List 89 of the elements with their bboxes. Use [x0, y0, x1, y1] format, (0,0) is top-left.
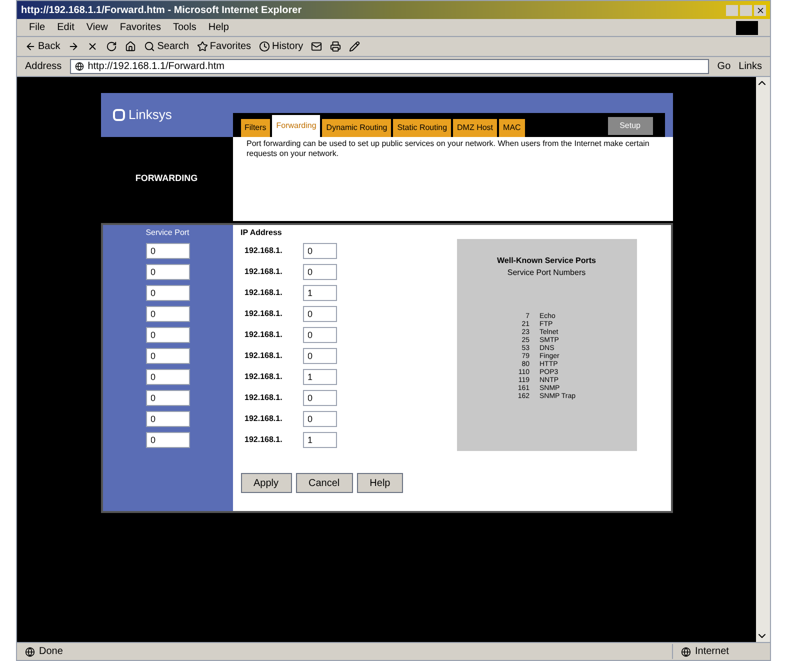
- ip-field[interactable]: 0: [302, 411, 336, 427]
- toolbar-button[interactable]: Favorites: [196, 39, 252, 54]
- ip-field[interactable]: 0: [302, 348, 336, 364]
- toolbar-button[interactable]: [125, 41, 136, 52]
- tab[interactable]: Dynamic Routing: [322, 119, 392, 137]
- ports-subtitle: Service Port Numbers: [507, 267, 586, 279]
- ip-prefix: 192.168.1.: [244, 392, 284, 404]
- port-field[interactable]: 0: [146, 348, 190, 364]
- page-icon: [25, 646, 35, 656]
- menu-item[interactable]: Help: [208, 20, 229, 35]
- ports-title: Well-Known Service Ports: [497, 255, 596, 267]
- toolbar-button[interactable]: [87, 41, 98, 52]
- tab[interactable]: DMZ Host: [453, 119, 498, 137]
- ip-field[interactable]: 1: [302, 285, 336, 301]
- ip-prefix: 192.168.1.: [244, 266, 284, 278]
- star-icon: [196, 41, 208, 52]
- ip-prefix: 192.168.1.: [244, 287, 284, 299]
- mail-icon: [311, 41, 322, 52]
- tab[interactable]: Forwarding: [272, 115, 320, 137]
- description: Port forwarding can be used to set up public services on your network. When users from the Internet make certain requests on your network.: [246, 139, 650, 159]
- tab[interactable]: MAC: [499, 119, 525, 137]
- port-field[interactable]: 0: [146, 327, 190, 343]
- menu-item[interactable]: File: [29, 20, 46, 35]
- refresh-icon: [106, 41, 118, 52]
- printer-icon: [330, 41, 342, 52]
- setup-button[interactable]: Setup: [608, 117, 652, 135]
- address-label: Address: [25, 60, 62, 74]
- clock-icon: [259, 41, 270, 52]
- ip-field[interactable]: 1: [302, 432, 336, 448]
- toolbar-button[interactable]: [349, 41, 360, 52]
- search-icon: [144, 41, 156, 52]
- stop-icon: [87, 41, 98, 52]
- close-button[interactable]: [754, 4, 766, 16]
- ip-prefix: 192.168.1.: [244, 308, 284, 320]
- logo-icon: [112, 109, 124, 121]
- toolbar-button[interactable]: [330, 41, 342, 52]
- menu-item[interactable]: View: [86, 20, 108, 35]
- scrollbar[interactable]: [756, 77, 770, 642]
- toolbar-button[interactable]: [106, 41, 118, 52]
- page-icon: [74, 62, 84, 71]
- go-button[interactable]: Go: [717, 59, 731, 74]
- menu-item[interactable]: Tools: [172, 20, 196, 35]
- section-title: FORWARDING: [135, 172, 198, 186]
- ip-prefix: 192.168.1.: [244, 245, 284, 257]
- column-header: Service Port: [146, 227, 190, 239]
- port-field[interactable]: 0: [146, 264, 190, 280]
- status-text: Done: [39, 645, 63, 659]
- ip-prefix: 192.168.1.: [244, 434, 284, 446]
- toolbar-button[interactable]: [68, 41, 80, 52]
- menu-item[interactable]: Edit: [57, 20, 74, 35]
- window-title: http://192.168.1.1/Forward.htm - Microsoft Internet Explorer: [21, 4, 302, 18]
- port-field[interactable]: 0: [146, 306, 190, 322]
- form-button[interactable]: Cancel: [296, 473, 353, 493]
- port-field[interactable]: 0: [146, 369, 190, 385]
- port-field[interactable]: 0: [146, 390, 190, 406]
- ip-field[interactable]: 0: [302, 327, 336, 343]
- close-icon: [756, 6, 764, 14]
- toolbar-button[interactable]: [311, 41, 322, 52]
- ip-field[interactable]: 0: [302, 390, 336, 406]
- port-field[interactable]: 0: [146, 432, 190, 448]
- globe-icon: [681, 646, 691, 656]
- port-field[interactable]: 0: [146, 285, 190, 301]
- toolbar-button[interactable]: Back: [25, 39, 60, 54]
- ip-prefix: 192.168.1.: [244, 329, 284, 341]
- ip-prefix: 192.168.1.: [244, 350, 284, 362]
- ip-field[interactable]: 0: [302, 264, 336, 280]
- ip-field[interactable]: 0: [302, 306, 336, 322]
- pencil-icon: [349, 41, 360, 52]
- port-field[interactable]: 0: [146, 411, 190, 427]
- zone-text: Internet: [695, 645, 729, 659]
- logo: Linksys: [128, 106, 172, 124]
- form-button[interactable]: Apply: [240, 473, 292, 493]
- links-button[interactable]: Links: [738, 59, 762, 74]
- ip-field[interactable]: 0: [302, 243, 336, 259]
- port-field[interactable]: 0: [146, 243, 190, 259]
- menu-item[interactable]: Favorites: [120, 20, 161, 35]
- column-header: IP Address: [240, 227, 283, 239]
- tab[interactable]: Filters: [240, 119, 270, 137]
- toolbar-button[interactable]: Search: [144, 39, 189, 54]
- address-field[interactable]: http://192.168.1.1/Forward.htm: [70, 59, 710, 74]
- ip-prefix: 192.168.1.: [244, 413, 284, 425]
- home-icon: [125, 41, 136, 52]
- forward-arrow-icon: [68, 41, 80, 52]
- toolbar-button[interactable]: History: [259, 39, 304, 54]
- form-button[interactable]: Help: [356, 473, 404, 493]
- ip-prefix: 192.168.1.: [244, 371, 284, 383]
- back-arrow-icon: [25, 41, 36, 52]
- tab[interactable]: Static Routing: [393, 119, 452, 137]
- ip-field[interactable]: 1: [302, 369, 336, 385]
